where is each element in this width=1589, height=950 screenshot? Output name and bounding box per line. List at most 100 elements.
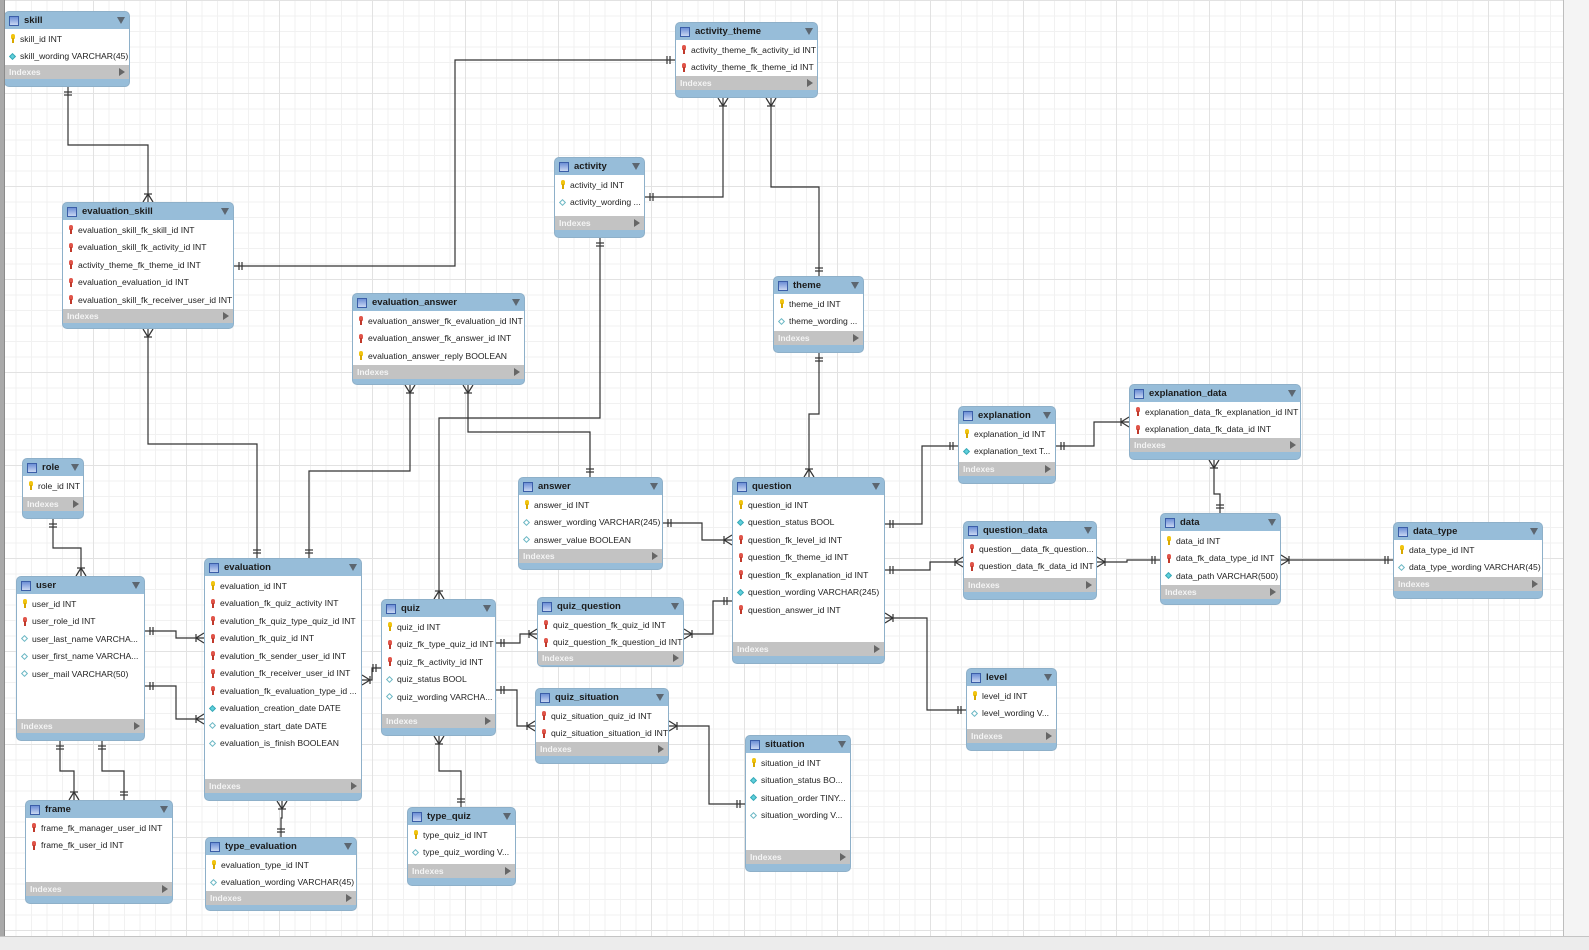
collapse-arrow-icon[interactable] (1084, 527, 1092, 534)
horizontal-scrollbar[interactable] (0, 936, 1589, 950)
table-activity-theme[interactable]: activity_theme activity_theme_fk_activit… (675, 22, 818, 98)
table-header[interactable]: explanation (959, 407, 1055, 424)
indexes-section[interactable]: Indexes (746, 850, 850, 864)
column-row[interactable]: user_first_name VARCHA... (17, 648, 144, 666)
expand-arrow-icon[interactable] (1532, 580, 1538, 588)
column-row[interactable]: situation_wording V... (746, 807, 850, 825)
column-row[interactable]: question_data_fk_data_id INT (964, 558, 1096, 576)
indexes-section[interactable]: Indexes (206, 891, 356, 905)
relationship-line[interactable] (52, 519, 82, 576)
expand-arrow-icon[interactable] (351, 782, 357, 790)
column-row[interactable]: evalution_fk_sender_user_id INT (205, 647, 361, 665)
column-row[interactable]: question_wording VARCHAR(245) (733, 584, 884, 602)
column-row[interactable]: situation_id INT (746, 754, 850, 772)
column-row[interactable]: skill_id INT (5, 30, 129, 48)
column-row[interactable]: question_fk_theme_id INT (733, 549, 884, 567)
table-question[interactable]: question question_id INT question_status… (732, 477, 885, 664)
column-row[interactable]: quiz_id INT (382, 618, 495, 636)
table-header[interactable]: quiz (382, 600, 495, 617)
relationship-line[interactable] (147, 329, 258, 558)
expand-arrow-icon[interactable] (223, 311, 229, 320)
expand-arrow-icon[interactable] (658, 745, 664, 753)
expand-arrow-icon[interactable] (853, 334, 859, 342)
column-row[interactable]: evaluation_answer_fk_evaluation_id INT (353, 312, 524, 330)
indexes-section[interactable]: Indexes (17, 719, 144, 733)
indexes-section[interactable]: Indexes (1394, 577, 1542, 591)
column-row[interactable]: role_id INT (23, 477, 83, 495)
column-row[interactable]: activity_theme_fk_activity_id INT (676, 41, 817, 59)
table-quiz-question[interactable]: quiz_question quiz_question_fk_quiz_id I… (537, 597, 684, 667)
table-type-evaluation[interactable]: type_evaluation evaluation_type_id INT e… (205, 837, 357, 911)
column-row[interactable]: activity_theme_fk_theme_id INT (676, 59, 817, 77)
column-row[interactable]: question_fk_level_id INT (733, 531, 884, 549)
table-header[interactable]: situation (746, 736, 850, 753)
expand-arrow-icon[interactable] (514, 367, 520, 376)
column-row[interactable]: quiz_status BOOL (382, 671, 495, 689)
vertical-scrollbar[interactable] (1563, 0, 1589, 949)
table-header[interactable]: type_evaluation (206, 838, 356, 855)
table-header[interactable]: frame (26, 801, 172, 818)
table-data[interactable]: data data_id INT data_fk_data_type_id IN… (1160, 513, 1281, 605)
column-row[interactable]: level_wording V... (967, 705, 1056, 723)
indexes-section[interactable]: Indexes (967, 729, 1056, 743)
column-row[interactable]: skill_wording VARCHAR(45) (5, 48, 129, 66)
collapse-arrow-icon[interactable] (838, 741, 846, 748)
relationship-line[interactable] (496, 689, 535, 727)
collapse-arrow-icon[interactable] (851, 282, 859, 289)
column-row[interactable]: quiz_wording VARCHA... (382, 688, 495, 706)
collapse-arrow-icon[interactable] (632, 163, 640, 170)
column-row[interactable]: data_id INT (1161, 532, 1280, 550)
collapse-arrow-icon[interactable] (221, 208, 229, 215)
indexes-section[interactable]: Indexes (1130, 438, 1300, 452)
indexes-section[interactable]: Indexes (353, 364, 524, 379)
expand-arrow-icon[interactable] (673, 654, 679, 662)
table-quiz-situation[interactable]: quiz_situation quiz_situation_quiz_id IN… (535, 688, 669, 764)
indexes-section[interactable]: Indexes (5, 65, 129, 79)
table-header[interactable]: type_quiz (408, 808, 515, 825)
column-row[interactable]: theme_id INT (774, 295, 863, 313)
table-header[interactable]: quiz_question (538, 598, 683, 615)
collapse-arrow-icon[interactable] (132, 582, 140, 589)
relationship-line[interactable] (645, 98, 724, 198)
table-header[interactable]: question_data (964, 522, 1096, 539)
expand-arrow-icon[interactable] (840, 853, 846, 861)
column-row[interactable]: data_path VARCHAR(500) (1161, 567, 1280, 585)
collapse-arrow-icon[interactable] (671, 603, 679, 610)
column-row[interactable]: data_fk_data_type_id INT (1161, 550, 1280, 568)
expand-arrow-icon[interactable] (134, 722, 140, 730)
indexes-section[interactable]: Indexes (63, 308, 233, 323)
column-row[interactable]: evaluation_creation_date DATE (205, 700, 361, 718)
expand-arrow-icon[interactable] (874, 645, 880, 653)
column-row[interactable]: answer_value BOOLEAN (519, 531, 662, 549)
column-row[interactable]: situation_status BO... (746, 772, 850, 790)
relationship-line[interactable] (885, 561, 963, 571)
expand-arrow-icon[interactable] (505, 867, 511, 875)
indexes-section[interactable]: Indexes (382, 714, 495, 728)
indexes-section[interactable]: Indexes (733, 642, 884, 656)
column-row[interactable]: type_quiz_id INT (408, 826, 515, 844)
table-header[interactable]: skill (5, 12, 129, 29)
relationship-line[interactable] (770, 98, 820, 276)
column-row[interactable]: quiz_situation_situation_id INT (536, 725, 668, 743)
collapse-arrow-icon[interactable] (344, 843, 352, 850)
relationship-line[interactable] (362, 667, 381, 681)
column-row[interactable]: activity_wording ... (555, 194, 644, 212)
table-header[interactable]: theme (774, 277, 863, 294)
column-row[interactable]: user_role_id INT (17, 613, 144, 631)
expand-arrow-icon[interactable] (1290, 441, 1296, 449)
table-header[interactable]: data (1161, 514, 1280, 531)
expand-arrow-icon[interactable] (346, 894, 352, 902)
column-row[interactable]: quiz_fk_activity_id INT (382, 653, 495, 671)
column-row[interactable]: explanation_text T... (959, 443, 1055, 461)
table-evaluation-answer[interactable]: evaluation_answer evaluation_answer_fk_e… (352, 293, 525, 385)
table-header[interactable]: activity_theme (676, 23, 817, 40)
table-header[interactable]: evaluation (205, 559, 361, 576)
collapse-arrow-icon[interactable] (503, 813, 511, 820)
expand-arrow-icon[interactable] (1045, 465, 1051, 473)
column-row[interactable]: evaluation_start_date DATE (205, 717, 361, 735)
column-row[interactable]: evaluation_evaluation_id INT (63, 274, 233, 292)
table-question-data[interactable]: question_data question__data_fk_question… (963, 521, 1097, 600)
column-row[interactable]: evaluation_is_finish BOOLEAN (205, 735, 361, 753)
relationship-line[interactable] (308, 385, 411, 558)
collapse-arrow-icon[interactable] (512, 299, 520, 306)
